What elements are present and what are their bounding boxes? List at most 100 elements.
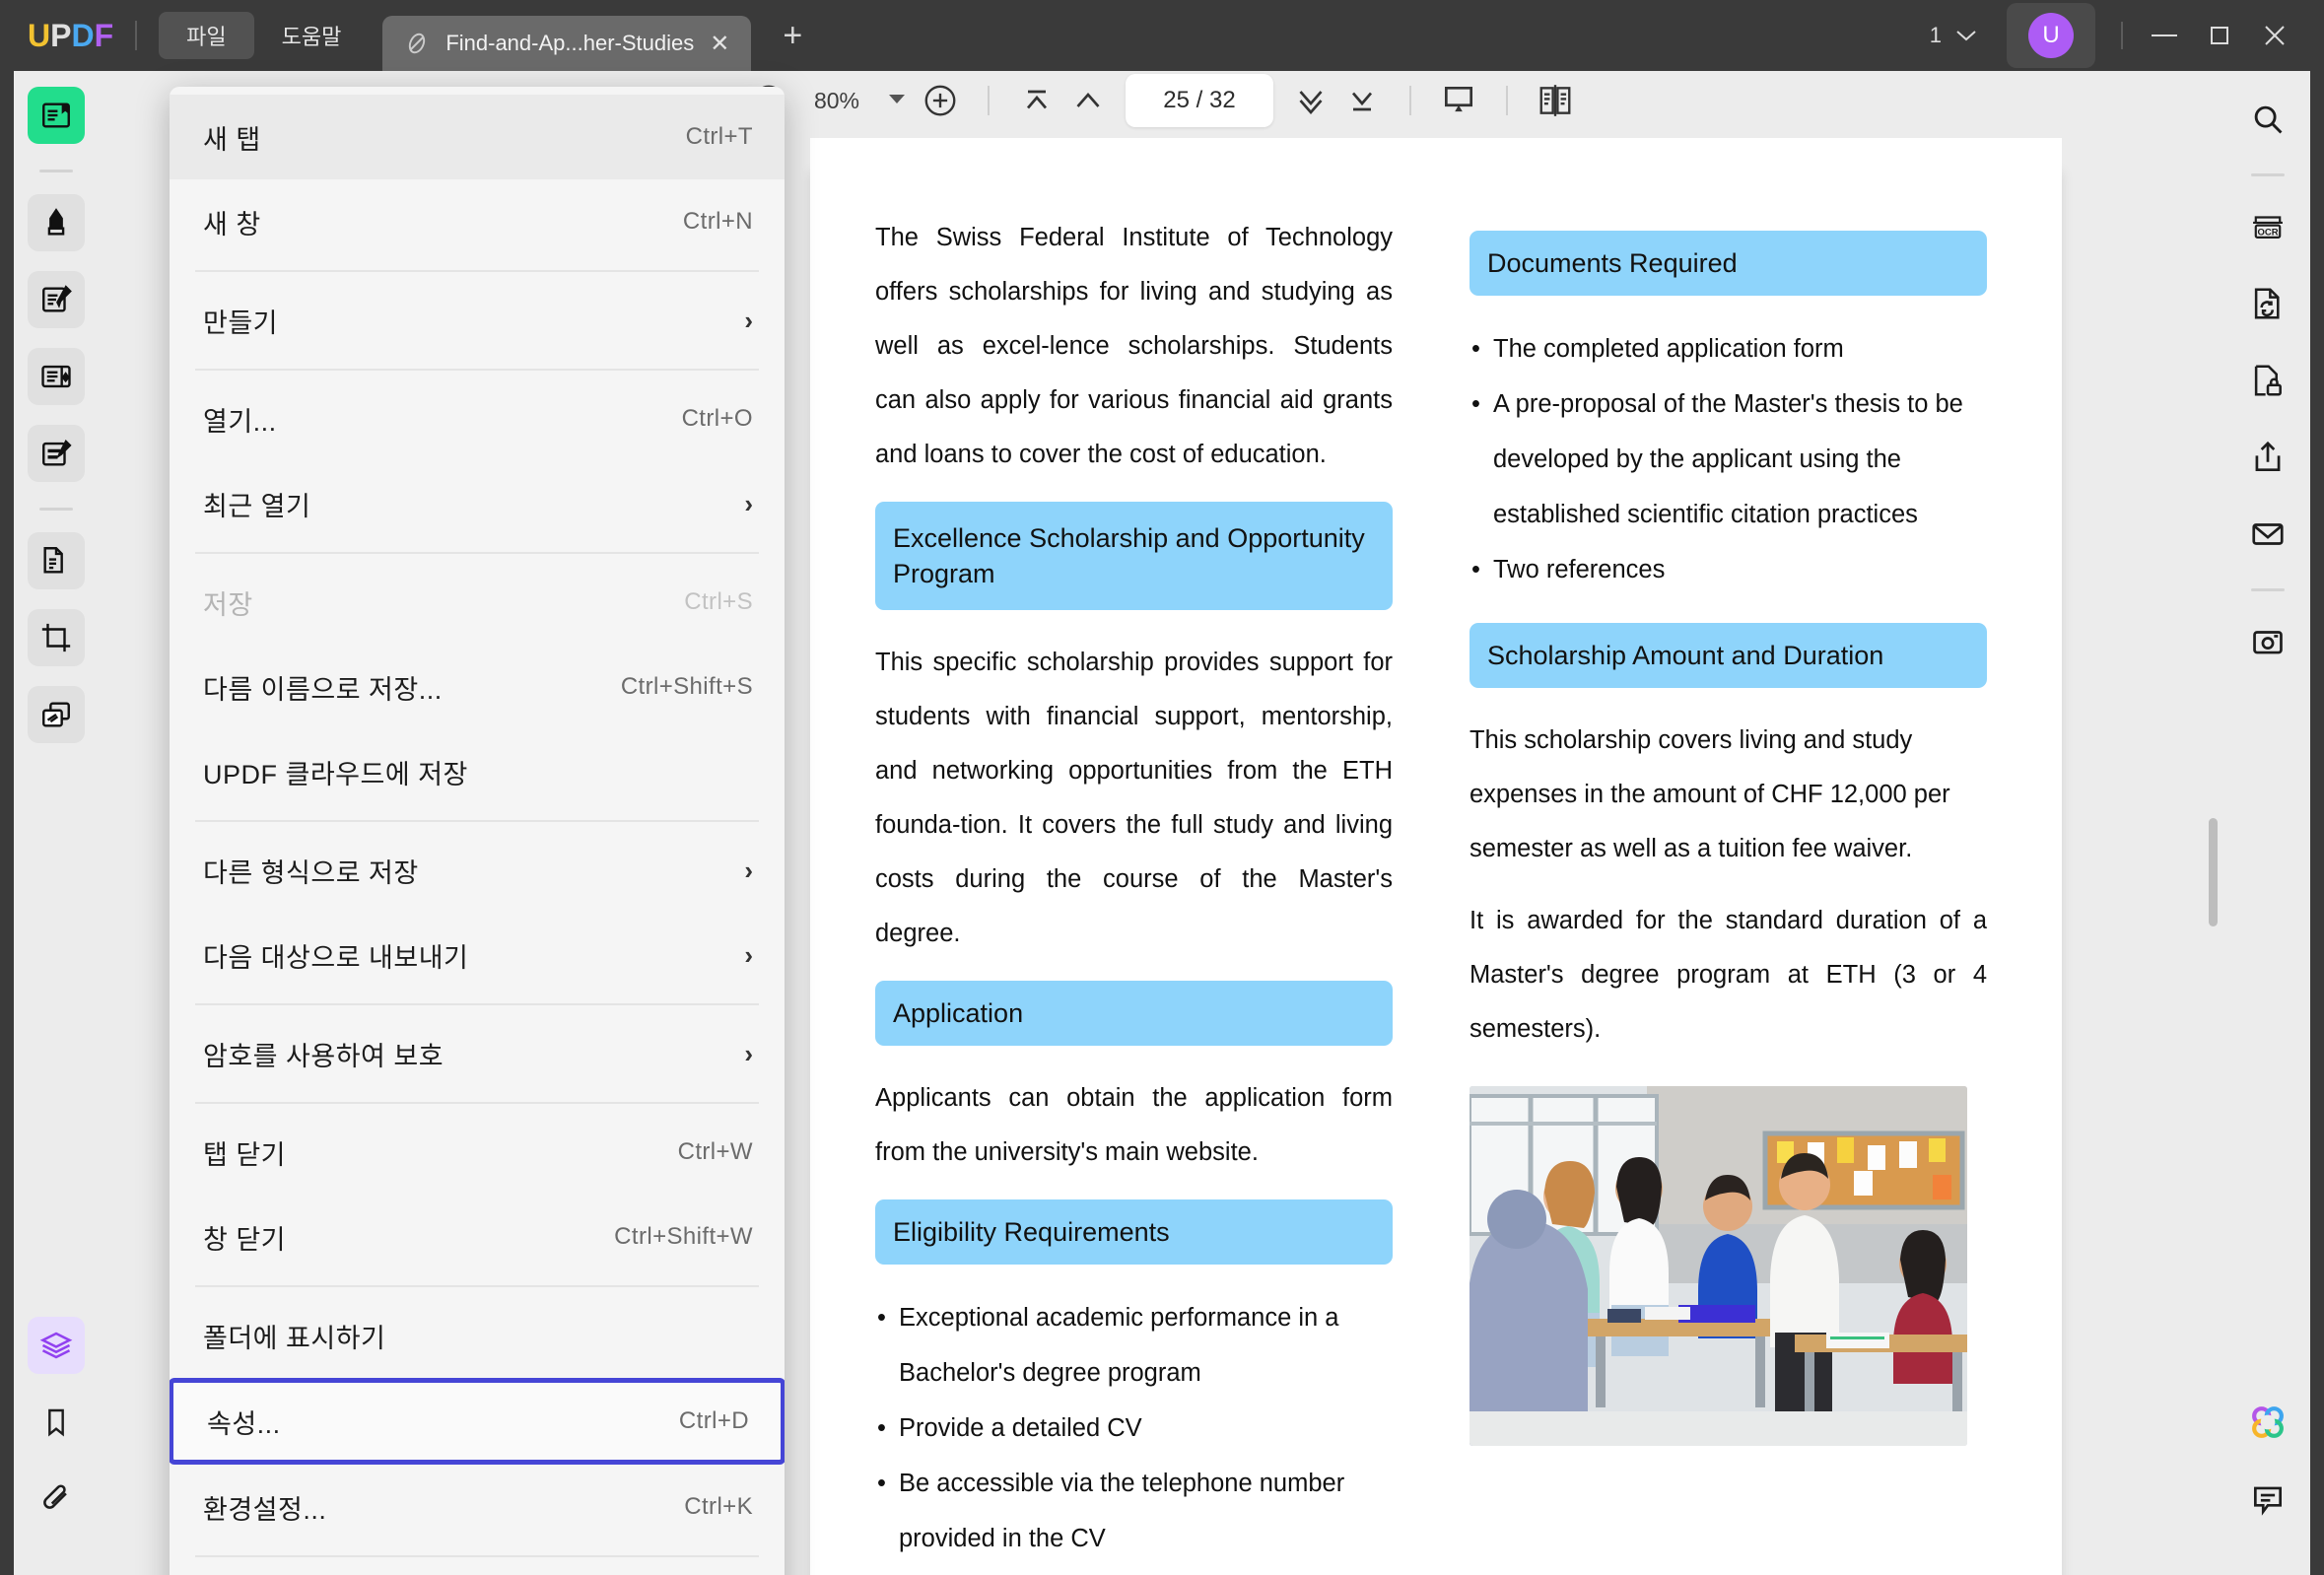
chevron-down-double-icon bbox=[1293, 83, 1329, 118]
sidebar-item-annotate[interactable] bbox=[28, 194, 85, 251]
close-icon bbox=[2261, 22, 2289, 49]
menu-item[interactable]: 탭 닫기 Ctrl+W bbox=[170, 1110, 785, 1195]
paragraph: This scholarship covers living and study… bbox=[1470, 714, 1987, 876]
ai-flower-icon bbox=[2247, 1402, 2289, 1443]
menu-item-label: 저장 bbox=[203, 583, 253, 622]
sidebar-item-convert[interactable] bbox=[28, 532, 85, 589]
menu-separator bbox=[195, 369, 759, 371]
share-upload-icon bbox=[2249, 439, 2287, 476]
sidebar-item-attachments[interactable] bbox=[28, 1471, 85, 1528]
menu-item-label: 폴더에 표시하기 bbox=[203, 1317, 385, 1355]
file-menu-dropdown[interactable]: 새 탭Ctrl+T새 창Ctrl+N 만들기› 열기...Ctrl+O최근 열기› 저… bbox=[170, 87, 785, 1575]
crop-icon bbox=[39, 621, 73, 654]
right-item-share[interactable] bbox=[2239, 429, 2296, 486]
minimize-button[interactable] bbox=[2137, 12, 2192, 59]
view-mode-button[interactable] bbox=[1530, 75, 1581, 126]
menu-item[interactable]: 열기...Ctrl+O bbox=[170, 377, 785, 461]
menu-item[interactable]: 만들기› bbox=[170, 278, 785, 363]
sidebar-item-reader[interactable] bbox=[28, 87, 85, 144]
tab-close-icon[interactable]: ✕ bbox=[710, 30, 729, 58]
chevron-down-icon bbox=[1955, 29, 1977, 42]
next-page-button[interactable] bbox=[1285, 75, 1336, 126]
sidebar-item-compare[interactable] bbox=[28, 686, 85, 743]
menu-item-label: 탭 닫기 bbox=[203, 1133, 286, 1172]
menu-item[interactable]: 인쇄...Ctrl+P bbox=[170, 1563, 785, 1575]
zoom-in-button[interactable] bbox=[915, 75, 966, 126]
menu-item-shortcut: Ctrl+K bbox=[684, 1493, 753, 1521]
toolbar-divider-3 bbox=[1506, 86, 1508, 115]
close-button[interactable] bbox=[2247, 12, 2302, 59]
user-account-button[interactable]: U bbox=[2007, 3, 2095, 68]
menu-item-shortcut: Ctrl+W bbox=[678, 1138, 753, 1166]
section-heading: Eligibility Requirements bbox=[875, 1199, 1393, 1265]
menu-item[interactable]: 새 창Ctrl+N bbox=[170, 179, 785, 264]
presentation-icon bbox=[1440, 82, 1477, 119]
sidebar-item-bookmarks[interactable] bbox=[28, 1394, 85, 1451]
page-number-input[interactable]: 25 / 32 bbox=[1126, 74, 1273, 127]
menu-item[interactable]: 속성...Ctrl+D bbox=[170, 1378, 785, 1465]
first-page-button[interactable] bbox=[1011, 75, 1062, 126]
last-page-button[interactable] bbox=[1336, 75, 1388, 126]
menu-item[interactable]: 새 탭Ctrl+T bbox=[170, 95, 785, 179]
bullet-list: The completed application form A pre-pro… bbox=[1470, 321, 1987, 597]
vertical-scrollbar[interactable] bbox=[2212, 138, 2221, 1575]
right-item-email[interactable] bbox=[2239, 506, 2296, 563]
sidebar-item-ai-assistant[interactable] bbox=[28, 1317, 85, 1374]
ocr-icon: OCR bbox=[2249, 208, 2287, 245]
sidebar-item-page[interactable] bbox=[28, 348, 85, 405]
presentation-button[interactable] bbox=[1433, 75, 1484, 126]
right-item-search[interactable] bbox=[2239, 91, 2296, 148]
left-toolbar bbox=[14, 63, 99, 1575]
menu-item[interactable]: 창 닫기 Ctrl+Shift+W bbox=[170, 1195, 785, 1279]
menu-item-label: 창 닫기 bbox=[203, 1218, 286, 1257]
sidebar-item-crop[interactable] bbox=[28, 609, 85, 666]
svg-text:OCR: OCR bbox=[2257, 228, 2278, 239]
updf-logo: UPDF bbox=[28, 18, 113, 54]
menu-separator bbox=[195, 1555, 759, 1557]
menu-item[interactable]: 폴더에 표시하기 bbox=[170, 1293, 785, 1378]
envelope-icon bbox=[2249, 515, 2287, 553]
tab-count-label: 1 bbox=[1930, 23, 1942, 48]
menu-item[interactable]: 최근 열기› bbox=[170, 461, 785, 546]
sidebar-item-form[interactable] bbox=[28, 425, 85, 482]
page-right-column: Documents Required The completed applica… bbox=[1470, 211, 1987, 1575]
menu-separator bbox=[195, 1102, 759, 1104]
right-item-screenshot[interactable] bbox=[2239, 613, 2296, 670]
bullet-list: Exceptional academic performance in a Ba… bbox=[875, 1290, 1393, 1566]
right-item-ai-chat[interactable] bbox=[2239, 1394, 2296, 1451]
menu-item-shortcut: Ctrl+O bbox=[682, 405, 753, 433]
menu-item[interactable]: 환경설정...Ctrl+K bbox=[170, 1465, 785, 1549]
menu-item[interactable]: 암호를 사용하여 보호› bbox=[170, 1011, 785, 1096]
menu-help-label: 도움말 bbox=[282, 20, 342, 51]
maximize-button[interactable] bbox=[2192, 12, 2247, 59]
previous-page-button[interactable] bbox=[1062, 75, 1114, 126]
sidebar-item-edit-pdf[interactable] bbox=[28, 271, 85, 328]
page-left-column: The Swiss Federal Institute of Technolog… bbox=[875, 211, 1393, 1575]
new-tab-button[interactable]: + bbox=[773, 17, 812, 55]
document-tab[interactable]: Find-and-Ap...her-Studies ✕ bbox=[382, 16, 751, 71]
zoom-dropdown-button[interactable] bbox=[879, 92, 915, 109]
paragraph: Applicants can obtain the application fo… bbox=[875, 1071, 1393, 1180]
list-item: Provide a detailed CV bbox=[875, 1401, 1393, 1456]
scrollbar-thumb[interactable] bbox=[2209, 818, 2218, 926]
menu-help[interactable]: 도움말 bbox=[254, 12, 370, 59]
right-item-convert[interactable] bbox=[2239, 275, 2296, 332]
page-indicator: 25 / 32 bbox=[1163, 87, 1235, 114]
menu-item[interactable]: 다음 대상으로 내보내기› bbox=[170, 913, 785, 997]
menu-item-shortcut: Ctrl+S bbox=[684, 588, 753, 616]
chevron-right-icon: › bbox=[744, 489, 753, 519]
right-item-protect[interactable] bbox=[2239, 352, 2296, 409]
right-item-ocr[interactable]: OCR bbox=[2239, 198, 2296, 255]
chevron-down-icon bbox=[887, 93, 907, 104]
menu-item[interactable]: UPDF 클라우드에 저장 bbox=[170, 729, 785, 814]
avatar: U bbox=[2028, 13, 2074, 58]
zoom-level[interactable]: 80% bbox=[794, 88, 879, 114]
file-refresh-icon bbox=[2249, 285, 2287, 322]
menu-item[interactable]: 다른 형식으로 저장› bbox=[170, 828, 785, 913]
right-item-comments[interactable] bbox=[2239, 1471, 2296, 1528]
tab-count-dropdown[interactable]: 1 bbox=[1912, 23, 1995, 48]
paragraph: It is awarded for the standard duration … bbox=[1470, 894, 1987, 1057]
menu-file[interactable]: 파일 bbox=[159, 12, 253, 59]
menu-item-shortcut: Ctrl+Shift+W bbox=[614, 1223, 753, 1251]
menu-item[interactable]: 다름 이름으로 저장...Ctrl+Shift+S bbox=[170, 645, 785, 729]
